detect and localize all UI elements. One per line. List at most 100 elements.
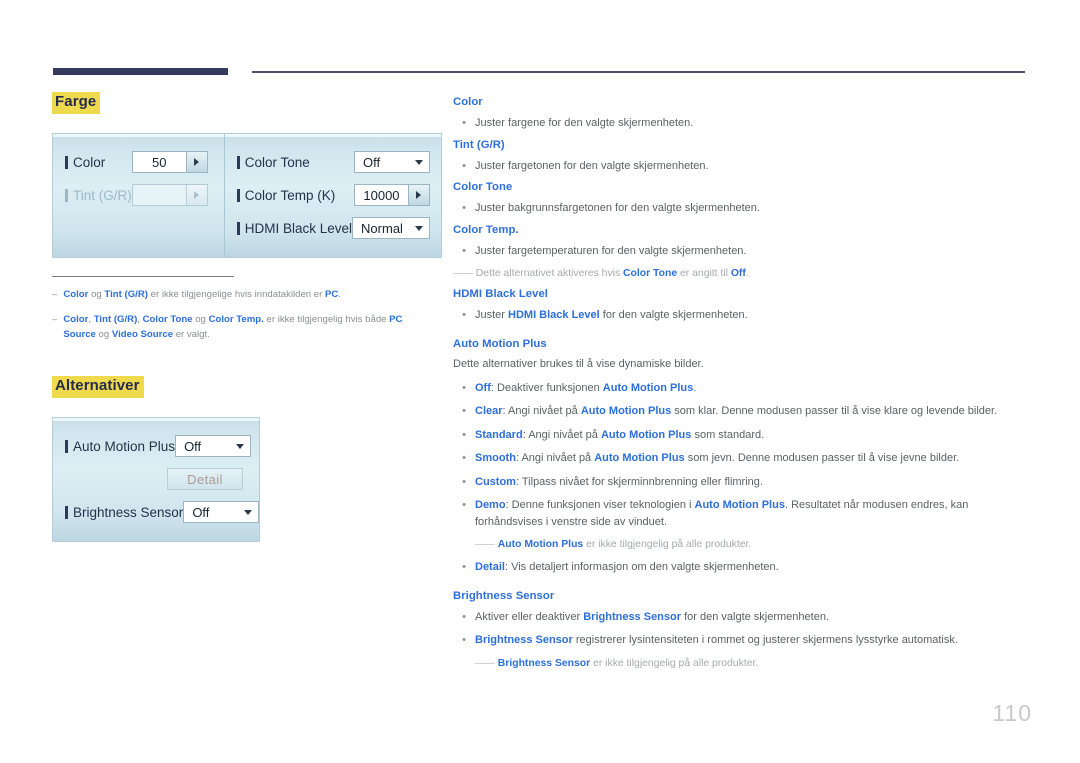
bullet-dot-icon: • <box>462 381 466 394</box>
text-run: som jevn. Denne modusen passer til å vis… <box>684 452 960 465</box>
bullet-dot-icon: • <box>462 244 466 257</box>
osd-row: Brightness Sensor Off <box>65 498 260 527</box>
osd-row: Tint (G/R) <box>65 181 208 210</box>
bullet-item: • Brightness Sensor registrerer lysintens… <box>453 632 1033 649</box>
osd-row-control: Off <box>175 435 252 458</box>
bullet-text: Juster bakgrunnsfargetonen for den valgt… <box>475 200 1033 217</box>
bullet-item: • Juster fargetonen for den valgte skjerm… <box>453 158 1033 175</box>
text-run: Aktiver eller deaktiver <box>475 610 584 623</box>
emphasis-term: Auto Motion Plus <box>602 381 694 394</box>
bullet-marker-icon <box>236 155 240 169</box>
text-run: : Tilpass nivået for skjerminnbrenning e… <box>515 475 763 488</box>
dropdown-select[interactable]: Off <box>183 501 260 524</box>
emphasis-term: Smooth <box>475 452 516 465</box>
subsection-heading: Color Tone <box>453 181 513 193</box>
bullet-dot-icon: • <box>462 202 466 214</box>
detail-button: Detail <box>167 468 243 491</box>
emphasis-term: Color <box>63 288 89 300</box>
text-run: Juster fargetemperaturen for den valgte … <box>475 244 747 257</box>
section-heading-farge: Farge <box>52 92 101 114</box>
text-run: Dette alternativer brukes til å vise dyn… <box>453 357 704 370</box>
bullet-item: • Aktiver eller deaktiver Brightness Sens… <box>453 609 1033 626</box>
chevron-right-icon[interactable] <box>185 152 207 173</box>
emphasis-term: Auto Motion Plus <box>497 539 584 551</box>
bullet-dot-icon: • <box>462 117 466 129</box>
bullet-dot-icon: • <box>462 499 466 512</box>
emphasis-term: Off <box>730 268 746 279</box>
footnote-list: – Color og Tint (G/R) er ikke tilgjengeli… <box>52 288 442 342</box>
emphasis-term: Color <box>63 314 89 326</box>
triangle-right-glyph <box>194 158 200 167</box>
chevron-down-icon <box>414 225 423 231</box>
dropdown-select[interactable]: Off <box>353 151 430 174</box>
note-text: Brightness Sensor er ikke tilgjengelig p… <box>498 656 758 671</box>
osd-row: Color Tone Off <box>236 148 430 177</box>
chevron-right-icon[interactable] <box>407 185 429 206</box>
footnote-item: – Color og Tint (G/R) er ikke tilgjengeli… <box>52 288 442 302</box>
section-heading-alternativer: Alternativer <box>52 375 144 398</box>
bullet-dot-icon: • <box>462 309 466 322</box>
subsection-heading: Color <box>453 96 483 108</box>
emphasis-term: Brightness Sensor <box>583 610 682 623</box>
bullet-marker-icon <box>65 155 68 169</box>
emphasis-term: Standard <box>475 428 523 441</box>
osd-row: Color 50 <box>65 148 208 177</box>
bullet-item: • Juster fargetemperaturen for den valgte… <box>453 243 1033 260</box>
text-run: Dette alternativet aktiveres hvis <box>475 268 624 279</box>
bullet-marker-icon <box>65 188 68 202</box>
bullet-dot-icon: • <box>462 405 466 418</box>
value-stepper <box>131 184 208 207</box>
text-run: som klar. Denne modusen passer til å vis… <box>671 405 998 418</box>
triangle-right-glyph <box>194 191 200 200</box>
text-run: Juster fargetonen for den valgte skjerme… <box>475 159 709 172</box>
osd-row: HDMI Black Level Normal <box>236 214 430 243</box>
osd-row-label: Color Temp (K) <box>244 187 336 203</box>
osd-row: Color Temp (K) 10000 <box>236 181 430 210</box>
header-rule-thick <box>53 68 228 75</box>
osd-column-options: Auto Motion Plus Off Detail Brightness Sens… <box>53 418 260 541</box>
bullet-dot-icon: • <box>462 475 466 488</box>
subsection-heading: HDMI Black Level <box>453 288 548 301</box>
triangle-right-glyph <box>416 191 422 200</box>
bullet-item: • Juster bakgrunnsfargetonen for den valg… <box>453 200 1033 217</box>
note-text: Auto Motion Plus er ikke tilgjengelig på… <box>498 537 752 552</box>
bullet-text: Brightness Sensor registrerer lysintensi… <box>475 632 1033 649</box>
emphasis-term: Custom <box>475 475 516 488</box>
subsection-heading: Auto Motion Plus <box>453 337 547 350</box>
osd-row-control <box>131 184 208 207</box>
bullet-text: Juster fargene for den valgte skjermenhe… <box>475 115 1033 132</box>
text-run: er ikke tilgjengelige hvis inndatakilden… <box>147 288 326 300</box>
osd-row-control: Off <box>353 151 430 174</box>
note-item: ―― Dette alternativet aktiveres hvis Colo… <box>453 266 1033 281</box>
dash-marker-icon: – <box>52 288 58 300</box>
paragraph: Dette alternativer brukes til å vise dyn… <box>453 357 1033 373</box>
value-stepper[interactable]: 50 <box>131 151 208 174</box>
bullet-dot-icon: • <box>462 634 466 647</box>
osd-row: Auto Motion Plus Off <box>65 432 252 461</box>
osd-row-label: Tint (G/R) <box>73 187 132 203</box>
dropdown-select[interactable]: Normal <box>352 217 430 240</box>
text-run: for den valgte skjermenheten. <box>599 309 748 322</box>
bullet-text: Juster HDMI Black Level for den valgte s… <box>475 307 1033 324</box>
bullet-marker-icon <box>236 221 240 235</box>
value-stepper[interactable]: 10000 <box>353 184 430 207</box>
osd-row-label: Auto Motion Plus <box>73 438 176 454</box>
bullet-dot-icon: • <box>462 452 466 465</box>
bullet-dot-icon: • <box>462 610 466 623</box>
emphasis-term: Brightness Sensor <box>475 634 573 647</box>
emphasis-term: Auto Motion Plus <box>580 405 672 418</box>
text-run: og <box>95 328 112 340</box>
bullet-item: • Smooth: Angi nivået på Auto Motion Plus… <box>453 450 1033 467</box>
osd-panel-options: Auto Motion Plus Off Detail Brightness Sens… <box>52 416 260 542</box>
emphasis-term: Color Temp. <box>208 314 264 326</box>
text-run: er ikke tilgjengelig på alle produkter. <box>590 657 759 669</box>
text-run: Juster fargene for den valgte skjermenhe… <box>475 117 694 129</box>
dash-marker-icon: ―― <box>453 268 473 279</box>
chevron-right-icon <box>185 185 207 206</box>
text-run: og <box>88 288 105 300</box>
dropdown-select[interactable]: Off <box>175 435 252 458</box>
text-run: . <box>338 288 342 300</box>
bullet-dot-icon: • <box>462 428 466 441</box>
bullet-item: • Juster HDMI Black Level for den valgte … <box>453 307 1033 324</box>
text-run: . <box>745 268 749 279</box>
